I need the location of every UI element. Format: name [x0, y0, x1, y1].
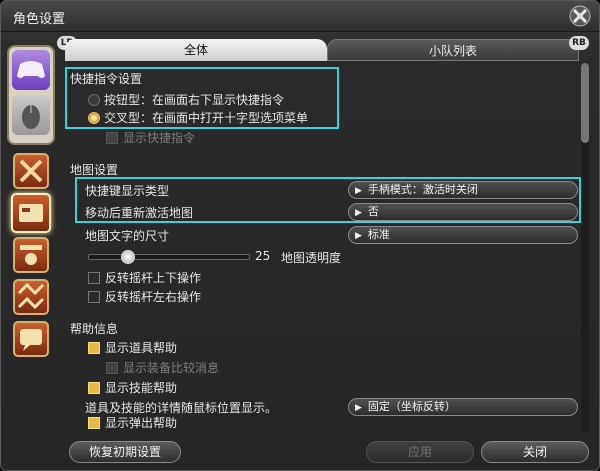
invert-vertical-label: 反转摇杆上下操作: [105, 271, 202, 285]
map-opacity-slider-handle[interactable]: [121, 250, 135, 264]
popup-help-checkbox[interactable]: [88, 417, 100, 429]
party-list-settings-icon[interactable]: [13, 279, 49, 315]
category-rail: [1, 31, 61, 470]
skill-help-checkbox[interactable]: [88, 382, 100, 394]
dropdown-arrow-icon: ▶: [355, 186, 362, 196]
tooltip-position-dropdown[interactable]: ▶ 固定（坐标反转）: [348, 398, 578, 416]
title-bar: 角色设置: [1, 1, 599, 32]
chat-settings-icon[interactable]: [13, 321, 49, 357]
hud-settings-icon[interactable]: [13, 237, 49, 273]
shortcut-cross-label: 交叉型：在画面中打开十字型选项菜单: [104, 111, 309, 125]
map-font-size-label: 地图文字的尺寸: [85, 229, 170, 243]
rb-button-hint: RB: [569, 36, 589, 50]
map-opacity-value: 25: [255, 249, 271, 263]
tab-party-list[interactable]: 小队列表: [327, 39, 579, 61]
settings-scrollbar[interactable]: [581, 63, 589, 433]
map-opacity-label: 地图透明度: [281, 251, 342, 265]
skill-help-label: 显示技能帮助: [105, 381, 178, 395]
popup-help-label: 显示弹出帮助: [105, 416, 178, 430]
character-settings-window: 角色设置 LB: [0, 0, 600, 471]
gamepad-icon[interactable]: [12, 50, 50, 90]
scrollbar-thumb[interactable]: [581, 63, 589, 143]
ui-settings-icon[interactable]: [11, 193, 51, 233]
combat-settings-icon[interactable]: [13, 153, 49, 189]
apply-button[interactable]: 应用: [366, 441, 474, 463]
dropdown-value: 标准: [367, 228, 390, 241]
close-button[interactable]: 关闭: [481, 441, 589, 463]
close-settings-icon[interactable]: [569, 5, 591, 27]
settings-content: 快捷指令设置 按钮型：在画面右下显示快捷指令 交叉型：在画面中打开十字型选项菜单…: [61, 61, 581, 433]
shortcut-section-header: 快捷指令设置: [70, 72, 143, 86]
dropdown-arrow-icon: ▶: [355, 231, 362, 241]
input-mode-toggle[interactable]: [7, 45, 55, 145]
shortcut-button-label: 按钮型：在画面右下显示快捷指令: [104, 93, 285, 107]
invert-horizontal-label: 反转摇杆左右操作: [105, 290, 202, 304]
map-opacity-slider-track[interactable]: [88, 254, 250, 260]
map-section-header: 地图设置: [70, 163, 119, 177]
dropdown-arrow-icon: ▶: [355, 403, 362, 413]
item-help-label: 显示道具帮助: [105, 341, 178, 355]
tab-all[interactable]: 全体: [65, 39, 327, 61]
help-section-header: 帮助信息: [70, 322, 119, 336]
dropdown-value: 否: [367, 205, 379, 218]
dropdown-value: 手柄模式：激活时关闭: [367, 183, 478, 196]
invert-horizontal-checkbox[interactable]: [88, 291, 100, 303]
reset-defaults-button[interactable]: 恢复初期设置: [69, 441, 181, 463]
hotkey-display-label: 快捷键显示类型: [85, 184, 170, 198]
gear-compare-label: 显示装备比较消息: [123, 361, 220, 375]
dropdown-value: 固定（坐标反转）: [367, 400, 456, 413]
reactivate-map-dropdown[interactable]: ▶ 否: [348, 203, 578, 221]
map-font-size-dropdown[interactable]: ▶ 标准: [348, 226, 578, 244]
shortcut-button-radio[interactable]: [88, 94, 100, 106]
invert-vertical-checkbox[interactable]: [88, 272, 100, 284]
dropdown-arrow-icon: ▶: [355, 208, 362, 218]
gear-compare-checkbox[interactable]: [106, 362, 118, 374]
show-shortcut-label: 显示快捷指令: [123, 131, 196, 145]
show-shortcut-checkbox[interactable]: [106, 132, 118, 144]
window-title: 角色设置: [13, 12, 66, 27]
reactivate-map-label: 移动后重新激活地图: [85, 206, 194, 220]
item-help-checkbox[interactable]: [88, 342, 100, 354]
mouse-icon[interactable]: [12, 95, 50, 135]
hotkey-display-dropdown[interactable]: ▶ 手柄模式：激活时关闭: [348, 181, 578, 199]
shortcut-cross-radio[interactable]: [88, 112, 100, 124]
